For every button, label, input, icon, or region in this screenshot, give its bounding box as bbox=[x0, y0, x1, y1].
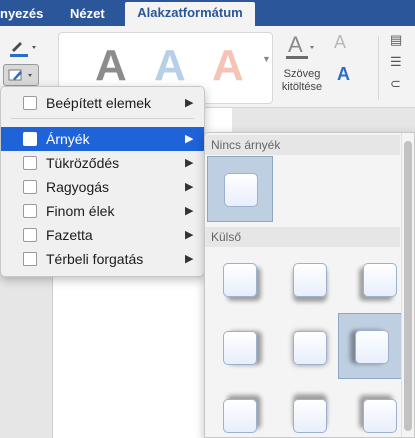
shadow-preview bbox=[363, 399, 397, 433]
arrange-icon[interactable]: ▤ bbox=[390, 32, 402, 48]
wordart-style-orange[interactable]: A bbox=[212, 41, 244, 91]
submenu-arrow-icon: ▶ bbox=[185, 133, 194, 145]
presets-icon bbox=[23, 96, 37, 110]
ribbon-separator bbox=[378, 36, 379, 100]
shadow-preview bbox=[223, 263, 257, 297]
tab-view[interactable]: Nézet bbox=[70, 4, 105, 26]
submenu-arrow-icon: ▶ bbox=[185, 253, 194, 265]
shadow-preview bbox=[355, 330, 389, 364]
shadow-preview bbox=[293, 331, 327, 365]
menu-item-soft-edges[interactable]: Finom élek ▶ bbox=[1, 199, 204, 223]
shape-effects-button[interactable] bbox=[3, 64, 39, 86]
shadow-option-outer-4[interactable] bbox=[207, 315, 273, 381]
menu-item-presets[interactable]: Beépített elemek ▶ bbox=[1, 91, 204, 115]
ribbon-tab-bar: nyezés Nézet Alakzatformátum bbox=[0, 0, 415, 26]
menu-item-label: Fazetta bbox=[46, 227, 93, 243]
menu-item-label: Árnyék bbox=[46, 131, 90, 147]
align-icon[interactable]: ☰ bbox=[390, 54, 402, 70]
shadow-preview bbox=[293, 263, 327, 297]
soft-edges-icon bbox=[23, 204, 37, 218]
text-outline-icon[interactable]: A bbox=[334, 32, 346, 53]
section-header-outer: Külső bbox=[205, 227, 400, 247]
shadow-option-none[interactable] bbox=[207, 156, 273, 222]
wordart-style-gray[interactable]: A bbox=[95, 41, 127, 91]
menu-item-glow[interactable]: Ragyogás ▶ bbox=[1, 175, 204, 199]
menu-item-label: Beépített elemek bbox=[46, 95, 152, 111]
wordart-style-blue[interactable]: A bbox=[154, 41, 186, 91]
shadow-preview bbox=[293, 399, 327, 433]
glow-icon bbox=[23, 180, 37, 194]
submenu-arrow-icon: ▶ bbox=[185, 157, 194, 169]
shadow-preview bbox=[223, 331, 257, 365]
shadow-preview bbox=[223, 399, 257, 433]
menu-item-bevel[interactable]: Fazetta ▶ bbox=[1, 223, 204, 247]
menu-item-label: Tükröződés bbox=[46, 155, 120, 171]
menu-separator bbox=[11, 118, 194, 119]
menu-item-label: Térbeli forgatás bbox=[46, 251, 144, 267]
section-label: Külső bbox=[211, 230, 242, 244]
menu-item-3d-rotation[interactable]: Térbeli forgatás ▶ bbox=[1, 247, 204, 271]
submenu-arrow-icon: ▶ bbox=[185, 97, 194, 109]
shape-outline-button[interactable] bbox=[8, 38, 38, 58]
menu-item-label: Ragyogás bbox=[46, 179, 110, 195]
text-effects-icon[interactable]: A bbox=[337, 64, 350, 85]
text-fill-label: Szöveg kitöltése bbox=[281, 68, 323, 93]
submenu-scrollbar-thumb[interactable] bbox=[404, 141, 412, 431]
shadow-option-outer-1[interactable] bbox=[207, 247, 273, 313]
shape-effects-menu: Beépített elemek ▶ Árnyék ▶ Tükröződés ▶… bbox=[0, 86, 205, 277]
text-fill-icon: A bbox=[286, 32, 314, 59]
shadow-preview bbox=[363, 263, 397, 297]
shadow-option-outer-7[interactable] bbox=[207, 383, 273, 437]
shadow-option-outer-8[interactable] bbox=[277, 383, 343, 437]
reflection-icon bbox=[23, 156, 37, 170]
link-icon[interactable]: ⊂ bbox=[390, 76, 401, 92]
tab-layout-partial[interactable]: nyezés bbox=[0, 4, 43, 26]
svg-text:A: A bbox=[288, 32, 303, 57]
submenu-arrow-icon: ▶ bbox=[185, 229, 194, 241]
text-fill-button[interactable]: A bbox=[284, 32, 314, 62]
shadow-submenu: Nincs árnyék Külső bbox=[204, 132, 415, 438]
section-label: Nincs árnyék bbox=[211, 138, 281, 152]
menu-item-shadow[interactable]: Árnyék ▶ bbox=[1, 127, 204, 151]
3d-rotation-icon bbox=[23, 252, 37, 266]
submenu-arrow-icon: ▶ bbox=[185, 181, 194, 193]
section-header-no-shadow: Nincs árnyék bbox=[205, 135, 400, 155]
submenu-arrow-icon: ▶ bbox=[185, 205, 194, 217]
menu-item-label: Finom élek bbox=[46, 203, 115, 219]
shadow-preview bbox=[224, 173, 258, 207]
shadow-option-outer-2[interactable] bbox=[277, 247, 343, 313]
menu-item-reflection[interactable]: Tükröződés ▶ bbox=[1, 151, 204, 175]
pen-icon bbox=[10, 42, 36, 57]
tab-shape-format[interactable]: Alakzatformátum bbox=[125, 2, 255, 26]
gallery-more-icon[interactable]: ▼ bbox=[262, 54, 271, 64]
shadow-icon bbox=[23, 132, 37, 146]
shadow-option-outer-5[interactable] bbox=[277, 315, 343, 381]
shape-effects-icon bbox=[8, 69, 32, 81]
bevel-icon bbox=[23, 228, 37, 242]
shadow-option-outer-6[interactable] bbox=[338, 313, 404, 379]
